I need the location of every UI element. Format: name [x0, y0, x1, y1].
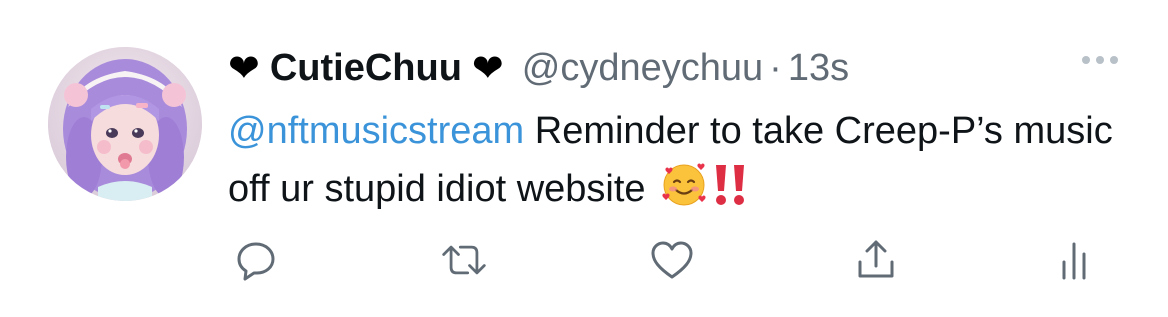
- more-dot-icon: [1082, 56, 1090, 64]
- smiling-face-with-hearts-emoji: [662, 163, 706, 206]
- author-handle[interactable]: @cydneychuu: [522, 47, 763, 90]
- avatar[interactable]: [48, 47, 202, 201]
- share-button[interactable]: [852, 236, 900, 284]
- more-dot-icon: [1096, 56, 1104, 64]
- retweet-icon: [442, 245, 486, 275]
- share-icon: [858, 240, 894, 278]
- tweet-actions: [0, 236, 1168, 286]
- tweet-text: @nftmusicstream Reminder to take Creep-P…: [228, 102, 1128, 218]
- more-dot-icon: [1110, 56, 1118, 64]
- more-options-button[interactable]: [1082, 56, 1118, 64]
- author-display-name[interactable]: CutieChuu: [270, 47, 462, 90]
- mention-link[interactable]: @nftmusicstream: [228, 110, 524, 152]
- separator-dot: ·: [769, 46, 782, 89]
- heart-outline-icon: [651, 241, 693, 279]
- double-exclamation-emoji: [716, 165, 745, 205]
- heart-icon: ❤: [228, 46, 260, 90]
- reply-icon: [237, 242, 275, 281]
- tweet-header: ❤ CutieChuu ❤ @cydneychuu · 13s: [228, 40, 849, 96]
- tweet-card[interactable]: ❤ CutieChuu ❤ @cydneychuu · 13s @nftmusi…: [0, 0, 1168, 317]
- heart-icon: ❤: [471, 46, 504, 90]
- reply-button[interactable]: [232, 236, 280, 284]
- retweet-button[interactable]: [440, 236, 488, 284]
- analytics-button[interactable]: [1050, 236, 1098, 284]
- like-button[interactable]: [648, 236, 696, 284]
- analytics-icon: [1062, 242, 1086, 280]
- timestamp[interactable]: 13s: [788, 47, 849, 90]
